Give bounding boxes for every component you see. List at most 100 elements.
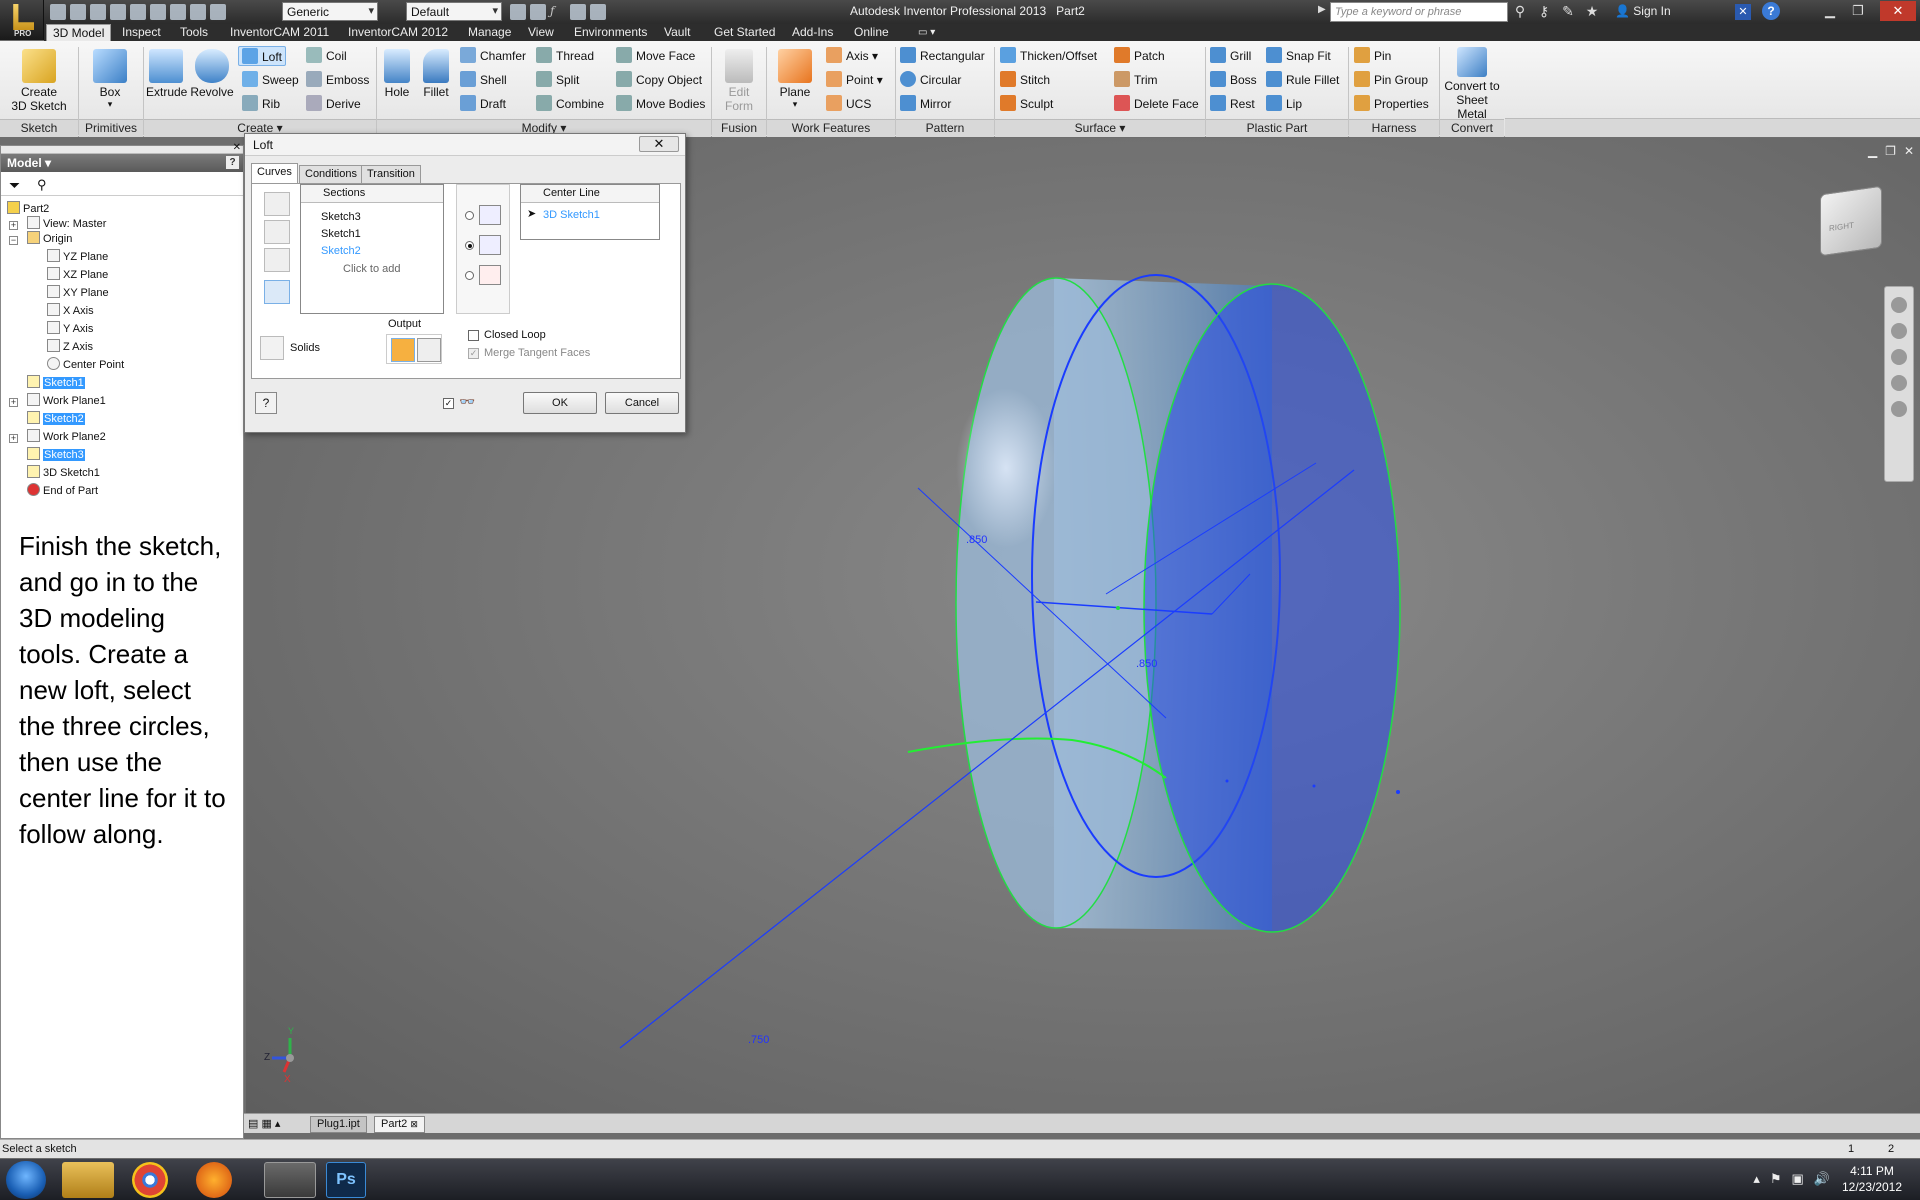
axis-button[interactable]: Axis ▾ bbox=[826, 47, 878, 63]
close-icon[interactable]: ✕ bbox=[1880, 1, 1916, 21]
center-line-list[interactable]: Center Line ➤ 3D Sketch1 bbox=[520, 184, 660, 240]
preview-checkbox[interactable]: ✓ bbox=[443, 398, 454, 409]
section-item[interactable]: Sketch2 bbox=[321, 245, 361, 257]
network-icon[interactable]: ▣ bbox=[1792, 1171, 1804, 1187]
tree-node-sketch3[interactable]: Sketch3 bbox=[27, 447, 85, 464]
box-button[interactable]: Box ▾ bbox=[88, 49, 132, 110]
copy-object-button[interactable]: Copy Object bbox=[616, 71, 702, 87]
look-at-icon[interactable] bbox=[1891, 401, 1907, 417]
panel-label-surface[interactable]: Surface ▾ bbox=[995, 119, 1205, 137]
tab-3d-model[interactable]: 3D Model bbox=[46, 24, 112, 41]
create-3d-sketch-button[interactable]: Create 3D Sketch bbox=[8, 49, 70, 113]
tab-inventorcam-2012[interactable]: InventorCAM 2012 bbox=[342, 24, 454, 41]
close-icon[interactable]: ✕ bbox=[639, 136, 679, 152]
material-dropdown[interactable]: Generic bbox=[282, 2, 378, 21]
snap-fit-button[interactable]: Snap Fit bbox=[1266, 47, 1331, 63]
clear-icon[interactable] bbox=[530, 4, 546, 20]
collapse-icon[interactable]: − bbox=[9, 236, 18, 245]
application-menu-button[interactable]: PRO bbox=[0, 0, 44, 40]
convert-to-sheet-metal-button[interactable]: Convert to Sheet Metal bbox=[1440, 47, 1504, 121]
front-circle-face[interactable] bbox=[1143, 283, 1401, 933]
appearance-dropdown[interactable]: Default bbox=[406, 2, 502, 21]
adjust-icon[interactable] bbox=[510, 4, 526, 20]
steering-wheel-icon[interactable] bbox=[1891, 297, 1907, 313]
photoshop-taskbar-icon[interactable]: Ps bbox=[326, 1162, 366, 1198]
tree-node-z-axis[interactable]: Z Axis bbox=[47, 339, 93, 356]
emboss-button[interactable]: Emboss bbox=[306, 71, 369, 87]
close-icon[interactable]: ⊠ bbox=[410, 1119, 418, 1129]
tree-node-xy-plane[interactable]: XY Plane bbox=[47, 285, 109, 302]
firefox-taskbar-icon[interactable] bbox=[196, 1162, 232, 1198]
tray-expand-icon[interactable]: ▴ bbox=[1753, 1171, 1760, 1187]
split-button[interactable]: Split bbox=[536, 71, 579, 87]
volume-icon[interactable]: 🔊 bbox=[1814, 1171, 1830, 1187]
sign-in-button[interactable]: 👤 Sign In bbox=[1615, 4, 1671, 18]
properties-button[interactable]: Properties bbox=[1354, 95, 1429, 111]
patch-button[interactable]: Patch bbox=[1114, 47, 1165, 63]
tab-view[interactable]: View bbox=[522, 24, 560, 41]
tab-get-started[interactable]: Get Started bbox=[708, 24, 781, 41]
browser-header[interactable]: Model ▾ ? bbox=[1, 154, 243, 172]
exchange-icon[interactable]: ✕ bbox=[1735, 4, 1751, 20]
tab-transition[interactable]: Transition bbox=[361, 165, 421, 183]
tree-node-end-of-part[interactable]: End of Part bbox=[27, 483, 98, 500]
edit-form-button[interactable]: Edit Form bbox=[716, 49, 762, 113]
merge-tangent-checkbox[interactable]: ✓ bbox=[468, 348, 479, 359]
doc-tab-plug1[interactable]: Plug1.ipt bbox=[310, 1116, 367, 1133]
sections-add-hint[interactable]: Click to add bbox=[343, 263, 400, 275]
revolve-button[interactable]: Revolve bbox=[190, 49, 234, 99]
tree-node-sketch2[interactable]: Sketch2 bbox=[27, 411, 85, 428]
sculpt-button[interactable]: Sculpt bbox=[1000, 95, 1053, 111]
tile-icon[interactable]: ▤ ▦ ▴ bbox=[248, 1117, 280, 1130]
tree-node-origin[interactable]: Origin bbox=[27, 231, 72, 248]
tree-node-work-plane2[interactable]: Work Plane2 bbox=[27, 429, 106, 446]
binoculars-icon[interactable]: ⚲ bbox=[1512, 3, 1528, 19]
browser-grip[interactable]: ✕ bbox=[1, 142, 243, 154]
dimension-label-2[interactable]: .850 bbox=[1136, 658, 1157, 670]
expand-icon[interactable]: + bbox=[9, 434, 18, 443]
dialog-title-bar[interactable]: Loft ✕ bbox=[245, 134, 685, 156]
shell-button[interactable]: Shell bbox=[460, 71, 507, 87]
section-item[interactable]: Sketch1 bbox=[321, 228, 361, 240]
tree-node-xz-plane[interactable]: XZ Plane bbox=[47, 267, 108, 284]
grill-button[interactable]: Grill bbox=[1210, 47, 1251, 63]
doc-tab-part2[interactable]: Part2 ⊠ bbox=[374, 1116, 425, 1133]
rectangular-pattern-button[interactable]: Rectangular bbox=[900, 47, 985, 63]
move-up-icon[interactable] bbox=[264, 192, 290, 216]
tab-inspect[interactable]: Inspect bbox=[116, 24, 167, 41]
coil-button[interactable]: Coil bbox=[306, 47, 347, 63]
tab-curves[interactable]: Curves bbox=[251, 163, 298, 184]
dimension-label-3[interactable]: .750 bbox=[748, 1034, 769, 1046]
help-icon[interactable]: ? bbox=[226, 156, 239, 169]
tab-online[interactable]: Online bbox=[848, 24, 895, 41]
help-search-input[interactable]: Type a keyword or phrase bbox=[1330, 2, 1508, 22]
ribbon-options-icon[interactable]: ▭ ▾ bbox=[912, 24, 941, 41]
start-button[interactable] bbox=[6, 1161, 46, 1199]
ok-button[interactable]: OK bbox=[523, 392, 597, 414]
tree-node-work-plane1[interactable]: Work Plane1 bbox=[27, 393, 106, 410]
zoom-icon[interactable] bbox=[1891, 349, 1907, 365]
sweep-button[interactable]: Sweep bbox=[242, 71, 299, 87]
rails-radio[interactable] bbox=[465, 211, 474, 220]
center-line-radio[interactable] bbox=[465, 241, 474, 250]
combine-button[interactable]: Combine bbox=[536, 95, 604, 111]
loft-button[interactable]: Loft bbox=[238, 46, 287, 66]
orbit-icon[interactable] bbox=[1891, 375, 1907, 391]
tree-node-y-axis[interactable]: Y Axis bbox=[47, 321, 93, 338]
ucs-button[interactable]: UCS bbox=[826, 95, 871, 111]
help-icon[interactable]: ? bbox=[255, 392, 277, 414]
section-item[interactable]: Sketch3 bbox=[321, 211, 361, 223]
select-icon[interactable] bbox=[264, 280, 290, 304]
tab-manage[interactable]: Manage bbox=[462, 24, 517, 41]
surface-output-icon[interactable] bbox=[417, 338, 441, 362]
point-button[interactable]: Point ▾ bbox=[826, 71, 883, 87]
crosshair-icon[interactable] bbox=[570, 4, 586, 20]
explorer-taskbar-icon[interactable] bbox=[62, 1162, 114, 1198]
view-cube[interactable]: RIGHT bbox=[1820, 185, 1882, 257]
move-face-button[interactable]: Move Face bbox=[616, 47, 695, 63]
favorites-icon[interactable]: ★ bbox=[1584, 3, 1600, 19]
qat-dropdown-icon[interactable] bbox=[590, 4, 606, 20]
tree-node-sketch1[interactable]: Sketch1 bbox=[27, 375, 85, 392]
redo-icon[interactable] bbox=[130, 4, 146, 20]
area-loft-radio[interactable] bbox=[465, 271, 474, 280]
